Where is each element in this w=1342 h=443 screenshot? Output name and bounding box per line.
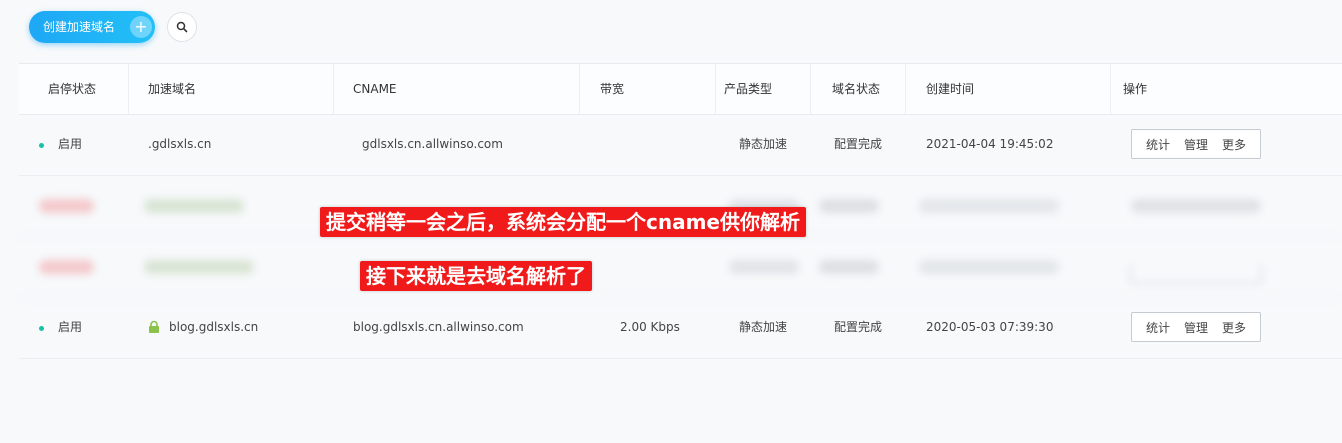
column-header-label: 域名状态 — [832, 82, 881, 96]
column-header: 加速域名 — [129, 64, 334, 114]
product-type: 静态加速 — [739, 137, 788, 151]
created-time: 2021-04-04 19:45:02 — [926, 137, 1054, 151]
lock-icon — [149, 320, 159, 333]
column-header-label: 启停状态 — [48, 82, 97, 96]
annotation-callout-cname: 提交稍等一会之后，系统会分配一个cname供你解析 — [320, 207, 806, 237]
plus-icon: + — [130, 15, 152, 38]
column-header: 启停状态 — [19, 64, 129, 114]
column-header: 带宽 — [580, 64, 716, 114]
search-button[interactable] — [167, 11, 197, 42]
domain-cell: blog.gdlsxls.cn — [147, 298, 258, 356]
search-icon — [176, 21, 188, 32]
manage-button[interactable]: 管理 — [1184, 136, 1208, 153]
blurred-content — [919, 260, 1059, 274]
column-header-label: 带宽 — [600, 82, 625, 96]
blurred-content — [729, 260, 799, 274]
blurred-content — [919, 199, 1059, 213]
blurred-content — [39, 199, 94, 213]
create-domain-label: 创建加速域名 — [43, 20, 116, 34]
column-header-label: 产品类型 — [724, 82, 773, 96]
column-header-label: 加速域名 — [148, 82, 197, 96]
table-row: 启用 blog.gdlsxls.cn blog.gdlsxls.cn.allwi… — [19, 298, 1342, 359]
table-row: 启用 .gdlsxls.cn gdlsxls.cn.allwinso.com 静… — [19, 115, 1342, 176]
column-header-label: CNAME — [353, 82, 397, 96]
table-row-blurred — [19, 237, 1342, 298]
blurred-actions — [1130, 265, 1262, 284]
column-header: 域名状态 — [811, 64, 906, 114]
status-text: 启用 — [58, 137, 83, 151]
row-actions: 统计 管理 更多 — [1131, 312, 1261, 342]
column-header: 产品类型 — [716, 64, 811, 114]
column-header-label: 创建时间 — [926, 82, 975, 96]
cname-value: blog.gdlsxls.cn.allwinso.com — [353, 320, 524, 334]
product-type: 静态加速 — [739, 320, 788, 334]
bandwidth-value: 2.00 Kbps — [620, 320, 680, 334]
stats-button[interactable]: 统计 — [1146, 319, 1170, 336]
blurred-content — [144, 260, 254, 274]
created-time: 2020-05-03 07:39:30 — [926, 320, 1054, 334]
blurred-content — [39, 260, 94, 274]
column-header: 操作 — [1111, 64, 1342, 114]
manage-button[interactable]: 管理 — [1184, 319, 1208, 336]
status-dot — [39, 143, 44, 148]
table-header: 启停状态 加速域名 CNAME 带宽 产品类型 域名状态 创建时间 操作 — [19, 63, 1342, 115]
annotation-callout-dns: 接下来就是去域名解析了 — [360, 261, 592, 291]
toolbar: 创建加速域名 + — [29, 10, 197, 43]
column-header-label: 操作 — [1123, 82, 1148, 96]
domain-status: 配置完成 — [834, 137, 883, 151]
blurred-content — [144, 199, 244, 213]
stats-button[interactable]: 统计 — [1146, 136, 1170, 153]
blurred-content — [1131, 199, 1261, 213]
status-dot — [39, 326, 44, 331]
domain-status: 配置完成 — [834, 320, 883, 334]
cname-value: gdlsxls.cn.allwinso.com — [362, 137, 503, 151]
blurred-content — [819, 199, 879, 213]
column-header: 创建时间 — [906, 64, 1111, 114]
column-header: CNAME — [334, 64, 580, 114]
domain-name[interactable]: .gdlsxls.cn — [148, 115, 211, 175]
row-actions: 统计 管理 更多 — [1131, 129, 1261, 159]
status-text: 启用 — [58, 320, 83, 334]
domain-name[interactable]: blog.gdlsxls.cn — [169, 320, 258, 334]
more-button[interactable]: 更多 — [1222, 136, 1246, 153]
blurred-content — [819, 260, 879, 274]
create-domain-button[interactable]: 创建加速域名 + — [29, 10, 155, 43]
more-button[interactable]: 更多 — [1222, 319, 1246, 336]
